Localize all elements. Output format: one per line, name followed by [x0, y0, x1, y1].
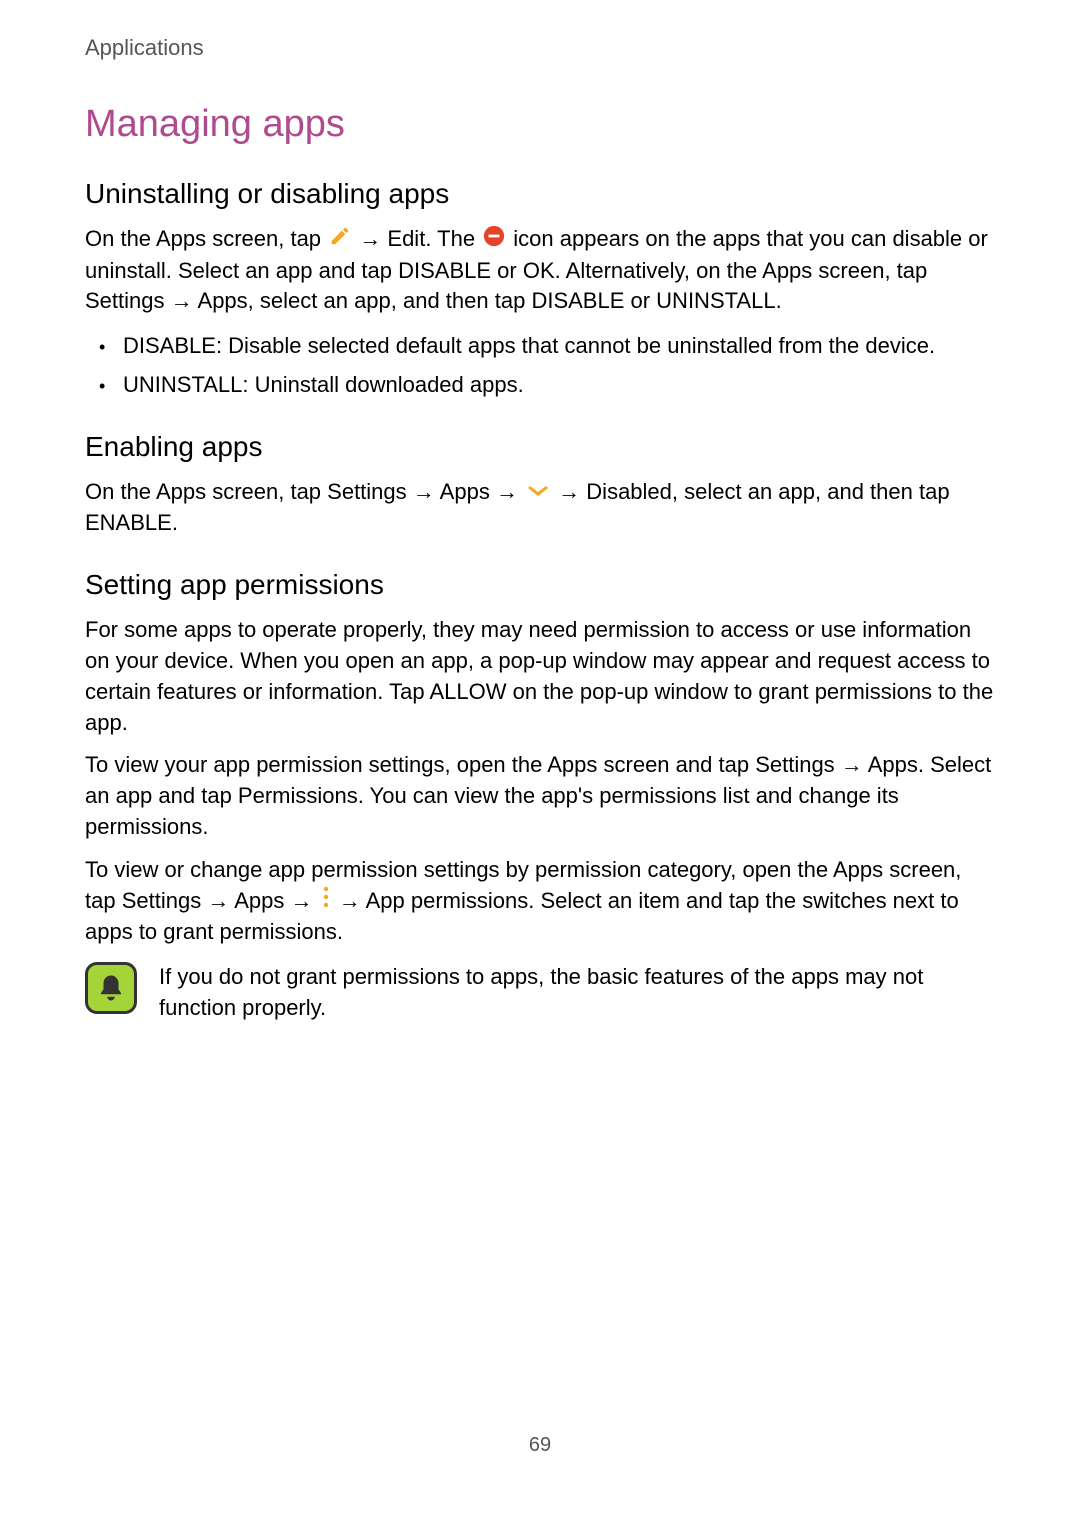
section-heading-enable: Enabling apps — [85, 431, 995, 463]
section-heading-permissions: Setting app permissions — [85, 569, 995, 601]
list-item: UNINSTALL: Uninstall downloaded apps. — [123, 370, 995, 401]
section3-paragraph-3: To view or change app permission setting… — [85, 855, 995, 948]
section2-paragraph: On the Apps screen, tap Settings → Apps … — [85, 477, 995, 539]
page-number: 69 — [0, 1434, 1080, 1457]
note-box: If you do not grant permissions to apps,… — [85, 962, 995, 1024]
section3-paragraph-2: To view your app permission settings, op… — [85, 750, 995, 842]
more-vertical-icon — [321, 886, 331, 917]
pencil-icon — [329, 225, 351, 256]
section-heading-uninstall: Uninstalling or disabling apps — [85, 178, 995, 210]
dropdown-arrow-icon — [526, 478, 550, 509]
list-item: DISABLE: Disable selected default apps t… — [123, 331, 995, 362]
breadcrumb: Applications — [85, 35, 995, 61]
section3-paragraph-1: For some apps to operate properly, they … — [85, 615, 995, 738]
page-title: Managing apps — [85, 103, 995, 146]
note-text: If you do not grant permissions to apps,… — [159, 962, 995, 1024]
note-icon — [85, 962, 137, 1014]
minus-circle-icon — [483, 225, 505, 256]
section1-list: DISABLE: Disable selected default apps t… — [85, 331, 995, 401]
section1-paragraph: On the Apps screen, tap → Edit. The icon… — [85, 224, 995, 317]
